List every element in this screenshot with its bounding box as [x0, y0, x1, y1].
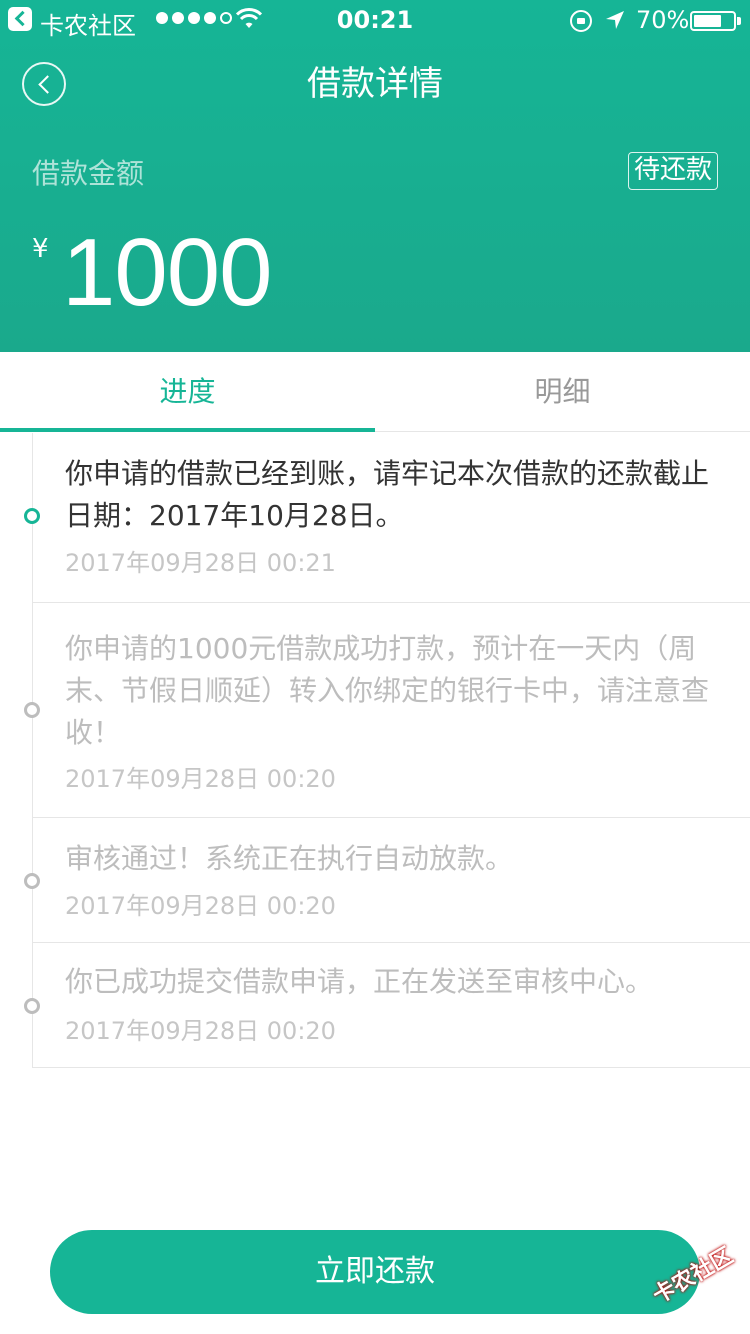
status-badge: 待还款 — [627, 152, 718, 190]
timeline-text: 你申请的1000元借款成功打款，预计在一天内（周末、节假日顺延）转入你绑定的银行… — [65, 632, 710, 749]
timeline-item: 你申请的借款已经到账，请牢记本次借款的还款截止日期：2017年10月28日。 2… — [24, 433, 750, 603]
loan-header: 卡农社区 00:21 70% 借款详情 借款金额 待还款 ¥ 1000 — [0, 0, 750, 352]
battery-percent: 70% — [636, 6, 690, 34]
timeline-time: 2017年09月28日 00:20 — [65, 1017, 336, 1045]
timeline-time: 2017年09月28日 00:20 — [65, 765, 336, 793]
timeline-time: 2017年09月28日 00:21 — [65, 549, 336, 577]
amount-label: 借款金额 — [32, 157, 145, 190]
timeline-dot — [24, 702, 40, 718]
timeline-item: 审核通过！系统正在执行自动放款。 2017年09月28日 00:20 — [24, 818, 750, 943]
battery-cap — [737, 17, 741, 25]
tab-details[interactable]: 明细 — [375, 352, 750, 431]
tab-bar: 进度 明细 — [0, 352, 750, 432]
timeline-text: 你申请的借款已经到账，请牢记本次借款的还款截止日期：2017年10月28日。 — [65, 457, 710, 532]
timeline-text: 审核通过！系统正在执行自动放款。 — [65, 842, 514, 875]
timeline-item: 你已成功提交借款申请，正在发送至审核中心。 2017年09月28日 00:20 — [24, 943, 750, 1068]
timeline-item: 你申请的1000元借款成功打款，预计在一天内（周末、节假日顺延）转入你绑定的银行… — [24, 603, 750, 818]
timeline-dot — [24, 998, 40, 1014]
tab-progress[interactable]: 进度 — [0, 352, 375, 432]
currency-symbol: ¥ — [32, 234, 49, 264]
timeline-time: 2017年09月28日 00:20 — [65, 892, 336, 920]
repay-now-button[interactable]: 立即还款 — [50, 1230, 700, 1314]
timeline-dot — [24, 873, 40, 889]
timeline-dot-active — [24, 508, 40, 524]
page-title: 借款详情 — [307, 64, 443, 104]
rotation-lock-icon — [570, 10, 592, 32]
status-bar: 卡农社区 00:21 70% — [0, 0, 750, 40]
location-icon — [606, 11, 624, 29]
timeline-text: 你已成功提交借款申请，正在发送至审核中心。 — [65, 965, 654, 998]
amount-value: 1000 — [62, 219, 273, 326]
battery-icon — [690, 11, 736, 31]
